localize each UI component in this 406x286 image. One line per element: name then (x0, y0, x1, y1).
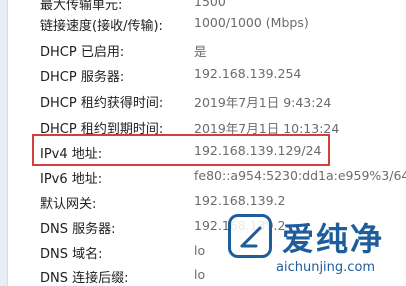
detail-key: DHCP 已启用: (40, 45, 125, 60)
detail-key: IPv6 地址: (40, 172, 103, 187)
detail-row-link-speed: 链接速度(接收/传输): 1000/1000 (Mbps) (0, 12, 406, 34)
ipv4-highlight-box (32, 134, 330, 166)
detail-key: 链接速度(接收/传输): (40, 19, 163, 34)
detail-row-ipv6: IPv6 地址: fe80::a954:5230:dd1a:e959%3/64 (0, 165, 406, 187)
watermark-url: aichunjing.com (276, 260, 376, 275)
detail-key: DNS 连接后缀: (40, 271, 129, 286)
watermark-brand: 爱纯净 (282, 220, 385, 258)
detail-key: 默认网关: (40, 197, 97, 212)
detail-value: 192.168.139.254 (194, 66, 302, 81)
detail-value: 1000/1000 (Mbps) (194, 15, 309, 30)
detail-row-dhcp-server: DHCP 服务器: 192.168.139.254 (0, 63, 406, 85)
detail-value: 1500 (194, 0, 226, 9)
detail-row-dhcp-enabled: DHCP 已启用: 是 (0, 38, 406, 60)
detail-key: DHCP 服务器: (40, 70, 125, 85)
detail-value: lo (194, 243, 206, 258)
detail-key: DNS 服务器: (40, 222, 116, 237)
detail-value: 是 (194, 44, 207, 59)
watermark-logo-icon (228, 214, 272, 258)
detail-value: 2019年7月1日 9:43:24 (194, 95, 332, 110)
detail-key: DHCP 租约获得时间: (40, 96, 164, 111)
watermark: 爱纯净 aichunjing.com (208, 206, 406, 286)
detail-key: DNS 域名: (40, 247, 103, 262)
detail-value: lo (194, 267, 206, 282)
detail-row-lease-obtained: DHCP 租约获得时间: 2019年7月1日 9:43:24 (0, 89, 406, 111)
detail-value: fe80::a954:5230:dd1a:e959%3/64 (194, 168, 406, 183)
